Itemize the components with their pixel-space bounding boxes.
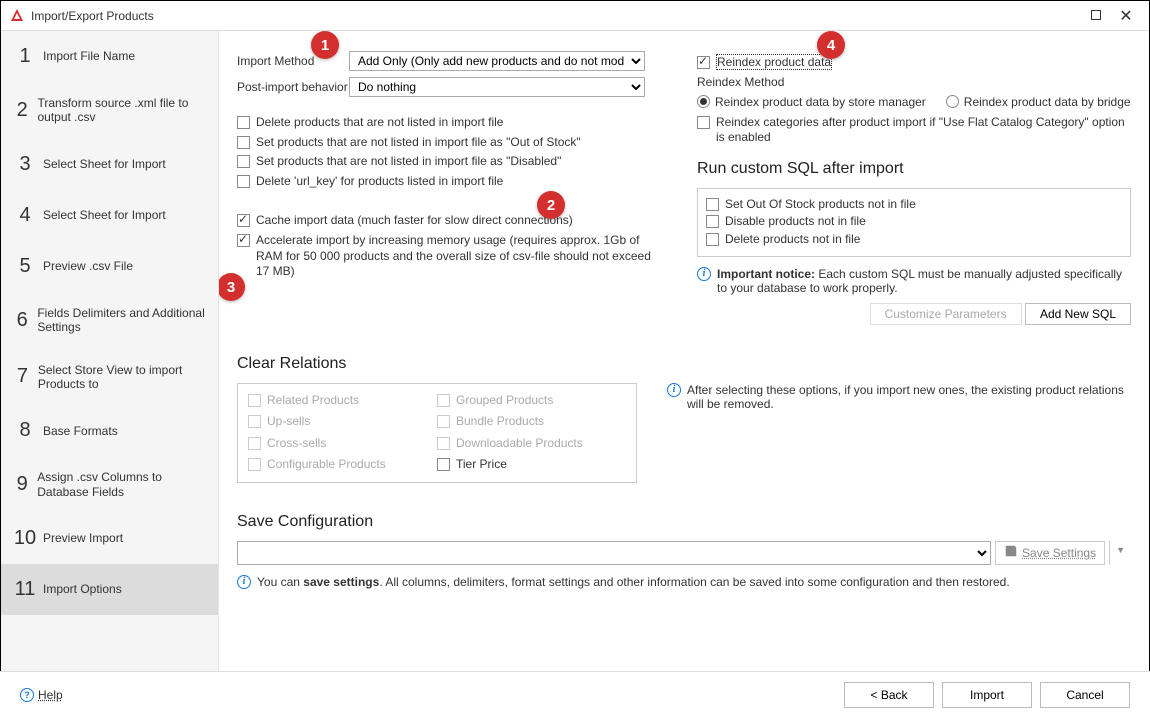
cb-reindex-label: Reindex product data <box>716 55 832 71</box>
cancel-button[interactable]: Cancel <box>1040 682 1130 708</box>
radio-bridge[interactable]: Reindex product data by bridge <box>946 95 1131 109</box>
content-pane: 1 2 3 4 Import Method Add Only (Only add… <box>219 31 1149 671</box>
sql-options-box: Set Out Of Stock products not in file Di… <box>697 188 1131 257</box>
cb-out-of-stock-label: Set products that are not listed in impo… <box>256 135 581 151</box>
cb-grouped <box>437 394 450 407</box>
sql-heading: Run custom SQL after import <box>697 160 1131 178</box>
cb-sql-outofstock[interactable] <box>706 198 719 211</box>
cb-cache[interactable] <box>237 214 250 227</box>
callout-4: 4 <box>817 31 845 59</box>
cb-sql-outofstock-label: Set Out Of Stock products not in file <box>725 197 916 213</box>
step-3[interactable]: 3Select Sheet for Import <box>1 139 218 190</box>
cb-upsells <box>248 415 261 428</box>
add-new-sql-button[interactable]: Add New SQL <box>1025 303 1131 325</box>
cb-reindex-categories-label: Reindex categories after product import … <box>716 115 1131 146</box>
save-settings-dropdown[interactable]: ▼ <box>1109 541 1131 565</box>
cb-sql-disable-label: Disable products not in file <box>725 214 866 230</box>
callout-1: 1 <box>311 31 339 59</box>
cb-out-of-stock[interactable] <box>237 136 250 149</box>
footer: ? Help < Back Import Cancel <box>0 671 1150 717</box>
step-6[interactable]: 6Fields Delimiters and Additional Settin… <box>1 292 218 349</box>
clear-relations-box: Related Products Grouped Products Up-sel… <box>237 383 637 483</box>
window-title: Import/Export Products <box>31 9 1081 23</box>
cb-accel[interactable] <box>237 234 250 247</box>
cb-delete-unlisted-label: Delete products that are not listed in i… <box>256 115 503 131</box>
info-icon: i <box>667 383 681 397</box>
callout-2: 2 <box>537 191 565 219</box>
app-logo-icon <box>9 8 25 24</box>
save-icon <box>1004 544 1018 561</box>
import-method-select[interactable]: Add Only (Only add new products and do n… <box>349 51 645 71</box>
wizard-sidebar: 1Import File Name 2Transform source .xml… <box>1 31 219 671</box>
cb-sql-delete-label: Delete products not in file <box>725 232 860 248</box>
titlebar: Import/Export Products ✕ <box>1 1 1149 31</box>
save-config-select[interactable] <box>237 541 991 565</box>
step-4[interactable]: 4Select Sheet for Import <box>1 190 218 241</box>
reindex-method-label: Reindex Method <box>697 75 1131 89</box>
cb-reindex-categories[interactable] <box>697 116 710 129</box>
cb-related <box>248 394 261 407</box>
close-button[interactable]: ✕ <box>1111 6 1141 26</box>
cb-config <box>248 458 261 471</box>
maximize-button[interactable] <box>1081 8 1111 23</box>
clear-relations-info: After selecting these options, if you im… <box>687 383 1131 411</box>
help-link[interactable]: ? Help <box>20 688 63 702</box>
cb-cache-label: Cache import data (much faster for slow … <box>256 213 573 229</box>
sql-notice: Important notice: Each custom SQL must b… <box>717 267 1131 295</box>
step-5[interactable]: 5Preview .csv File <box>1 241 218 292</box>
step-10[interactable]: 10Preview Import <box>1 513 218 564</box>
cb-sql-delete[interactable] <box>706 233 719 246</box>
cb-sql-disable[interactable] <box>706 215 719 228</box>
cb-delete-unlisted[interactable] <box>237 116 250 129</box>
cb-disabled-label: Set products that are not listed in impo… <box>256 154 561 170</box>
step-8[interactable]: 8Base Formats <box>1 405 218 456</box>
cb-tier[interactable] <box>437 458 450 471</box>
step-7[interactable]: 7Select Store View to import Products to <box>1 349 218 406</box>
step-11[interactable]: 11Import Options <box>1 564 218 615</box>
import-button[interactable]: Import <box>942 682 1032 708</box>
save-settings-button[interactable]: Save Settings <box>995 541 1105 565</box>
info-icon: i <box>237 575 251 589</box>
cb-download <box>437 437 450 450</box>
back-button[interactable]: < Back <box>844 682 934 708</box>
cb-reindex[interactable] <box>697 56 710 69</box>
save-config-info: You can save settings. All columns, deli… <box>257 575 1010 589</box>
customize-parameters-button: Customize Parameters <box>870 303 1022 325</box>
cb-accel-label: Accelerate import by increasing memory u… <box>256 233 667 280</box>
step-1[interactable]: 1Import File Name <box>1 31 218 82</box>
radio-store-manager[interactable]: Reindex product data by store manager <box>697 95 926 109</box>
post-import-select[interactable]: Do nothing <box>349 77 645 97</box>
cb-delete-urlkey-label: Delete 'url_key' for products listed in … <box>256 174 503 190</box>
cb-delete-urlkey[interactable] <box>237 175 250 188</box>
cb-disabled[interactable] <box>237 155 250 168</box>
step-2[interactable]: 2Transform source .xml file to output .c… <box>1 82 218 139</box>
info-icon: i <box>697 267 711 281</box>
step-9[interactable]: 9Assign .csv Columns to Database Fields <box>1 456 218 513</box>
help-icon: ? <box>20 688 34 702</box>
cb-bundle <box>437 415 450 428</box>
cb-cross <box>248 437 261 450</box>
clear-relations-heading: Clear Relations <box>237 355 1131 373</box>
post-import-label: Post-import behavior <box>237 80 349 94</box>
save-config-heading: Save Configuration <box>237 513 1131 531</box>
